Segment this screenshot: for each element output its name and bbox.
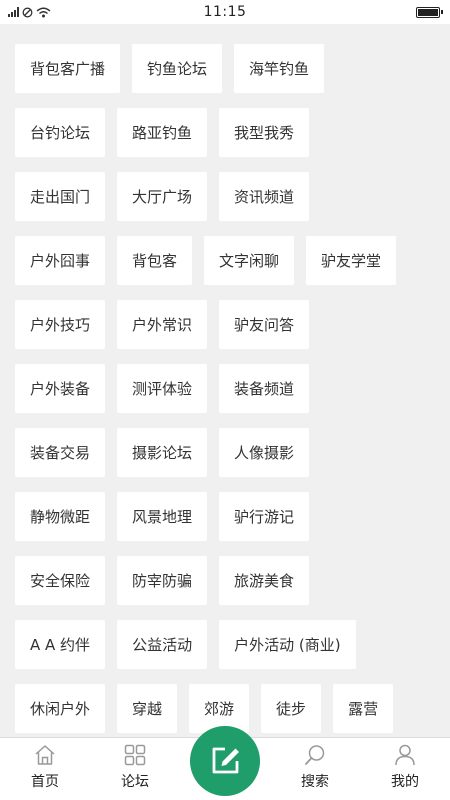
nav-search[interactable]: 搜索: [270, 738, 360, 800]
forum-tag[interactable]: 文字闲聊: [204, 236, 295, 285]
forum-tag[interactable]: 穿越: [117, 684, 178, 733]
bottom-nav: 首页 论坛 搜索 我的: [0, 726, 450, 800]
tag-row: 走出国门 大厅广场 资讯频道: [15, 172, 450, 221]
edit-icon: [212, 747, 239, 774]
search-icon: [302, 742, 328, 768]
forum-tag[interactable]: 测评体验: [117, 364, 208, 413]
nav-home-label: 首页: [31, 774, 59, 790]
forum-tag[interactable]: 露营: [333, 684, 394, 733]
forum-category-list[interactable]: 背包客广播 钓鱼论坛 海竿钓鱼 台钓论坛 路亚钓鱼 我型我秀 走出国门 大厅广场 资讯频道 户外囧…: [0, 24, 450, 737]
tag-row: 休闲户外 穿越 郊游 徒步 露营: [15, 684, 450, 733]
forum-tag[interactable]: 台钓论坛: [15, 108, 106, 157]
tag-row: 静物微距 风景地理 驴行游记: [15, 492, 450, 541]
wifi-icon: [36, 7, 51, 17]
forum-tag[interactable]: 驴友学堂: [306, 236, 397, 285]
forum-tag[interactable]: 资讯频道: [219, 172, 310, 221]
forum-tag[interactable]: 防宰防骗: [117, 556, 208, 605]
no-sim-icon: [22, 7, 33, 17]
forum-tag[interactable]: 驴行游记: [219, 492, 310, 541]
nav-home[interactable]: 首页: [0, 738, 90, 800]
forum-tag[interactable]: 装备频道: [219, 364, 310, 413]
forum-tag[interactable]: 背包客: [117, 236, 193, 285]
status-bar: 11:15: [0, 0, 450, 24]
nav-search-label: 搜索: [301, 774, 329, 790]
forum-tag[interactable]: 钓鱼论坛: [132, 44, 223, 93]
forum-tag[interactable]: 走出国门: [15, 172, 106, 221]
forum-tag[interactable]: 背包客广播: [15, 44, 121, 93]
user-icon: [392, 742, 418, 768]
forum-tag[interactable]: 海竿钓鱼: [234, 44, 325, 93]
nav-forum-label: 论坛: [121, 774, 149, 790]
home-icon: [32, 742, 58, 768]
forum-tag[interactable]: 风景地理: [117, 492, 208, 541]
forum-tag[interactable]: 装备交易: [15, 428, 106, 477]
forum-tag[interactable]: 户外活动 (商业): [219, 620, 356, 669]
forum-tag[interactable]: 户外技巧: [15, 300, 106, 349]
tag-row: 户外装备 测评体验 装备频道: [15, 364, 450, 413]
forum-tag[interactable]: 人像摄影: [219, 428, 310, 477]
forum-tag[interactable]: 户外装备: [15, 364, 106, 413]
tag-row: 户外技巧 户外常识 驴友问答: [15, 300, 450, 349]
forum-tag[interactable]: 摄影论坛: [117, 428, 208, 477]
forum-tag[interactable]: 驴友问答: [219, 300, 310, 349]
nav-mine-label: 我的: [391, 774, 419, 790]
status-time: 11:15: [203, 4, 247, 20]
forum-tag[interactable]: 徒步: [261, 684, 322, 733]
forum-tag[interactable]: A A 约伴: [15, 620, 106, 669]
compose-wrap: [180, 726, 270, 800]
forum-tag[interactable]: 路亚钓鱼: [117, 108, 208, 157]
tag-row: 台钓论坛 路亚钓鱼 我型我秀: [15, 108, 450, 157]
tag-row: 装备交易 摄影论坛 人像摄影: [15, 428, 450, 477]
nav-forum[interactable]: 论坛: [90, 738, 180, 800]
tag-row: A A 约伴 公益活动 户外活动 (商业): [15, 620, 450, 669]
forum-tag[interactable]: 户外常识: [117, 300, 208, 349]
tag-row: 安全保险 防宰防骗 旅游美食: [15, 556, 450, 605]
tag-row: 背包客广播 钓鱼论坛 海竿钓鱼: [15, 44, 450, 93]
forum-tag[interactable]: 静物微距: [15, 492, 106, 541]
forum-tag[interactable]: 休闲户外: [15, 684, 106, 733]
forum-tag[interactable]: 大厅广场: [117, 172, 208, 221]
tag-row: 户外囧事 背包客 文字闲聊 驴友学堂: [15, 236, 450, 285]
forum-tag[interactable]: 旅游美食: [219, 556, 310, 605]
compose-button[interactable]: [190, 726, 260, 796]
tag-grid: 背包客广播 钓鱼论坛 海竿钓鱼 台钓论坛 路亚钓鱼 我型我秀 走出国门 大厅广场 资讯频道 户外囧…: [0, 24, 450, 733]
forum-tag[interactable]: 户外囧事: [15, 236, 106, 285]
status-left: [8, 7, 51, 18]
forum-tag[interactable]: 我型我秀: [219, 108, 310, 157]
nav-mine[interactable]: 我的: [360, 738, 450, 800]
grid-icon: [122, 742, 148, 768]
forum-tag[interactable]: 安全保险: [15, 556, 106, 605]
signal-icon: [8, 7, 19, 17]
forum-tag[interactable]: 公益活动: [117, 620, 208, 669]
battery-icon: [416, 7, 443, 18]
